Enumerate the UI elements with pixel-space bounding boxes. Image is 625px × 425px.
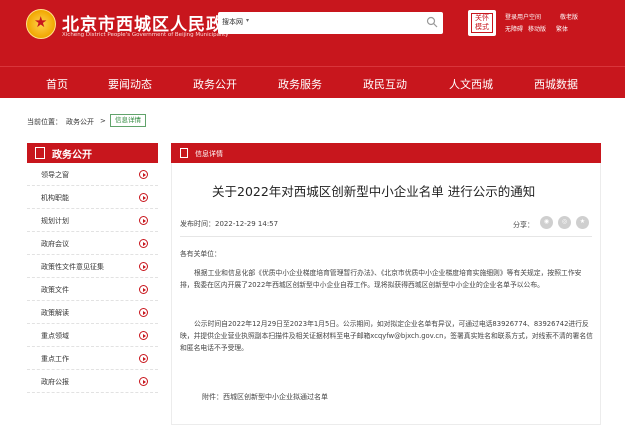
arrow-right-icon [139, 193, 148, 202]
mobile-link[interactable]: 移动版 [528, 24, 546, 33]
divider [180, 236, 592, 237]
sidebar-item-label: 重点工作 [41, 355, 69, 363]
sidebar-item-label: 政府会议 [41, 240, 69, 248]
search-icon[interactable] [426, 16, 438, 28]
publish-time: 发布时间：2022-12-29 14:57 [180, 220, 279, 228]
national-emblem-icon: ★ [26, 9, 56, 39]
sidebar-header: 政务公开 [27, 143, 158, 163]
nav-item-data[interactable]: 西城数据 [534, 76, 578, 92]
sidebar-item-functions[interactable]: 机构职能 [27, 186, 158, 209]
article-paragraph: 根据工业和信息化部《优质中小企业梯度培育管理暂行办法》、《北京市优质中小企业梯度… [180, 267, 594, 291]
nav-item-interaction[interactable]: 政民互动 [363, 76, 407, 92]
site-header: ★ 北京市西城区人民政府 Xicheng District People's G… [0, 0, 625, 66]
sidebar-item-leaders[interactable]: 领导之窗 [27, 163, 158, 186]
search-scope-select[interactable]: 搜本网 [222, 17, 243, 27]
sidebar-item-label: 重点领域 [41, 332, 69, 340]
article-greeting: 各有关单位： [180, 250, 221, 258]
breadcrumb-prefix: 当前位置： [27, 118, 62, 126]
arrow-right-icon [139, 377, 148, 386]
document-icon [35, 147, 45, 159]
sidebar-title: 政务公开 [52, 150, 92, 161]
sidebar-menu: 领导之窗 机构职能 规划计划 政府会议 政策性文件意见征集 政策文件 政策解读 … [27, 163, 158, 393]
share-label: 分享： [513, 221, 534, 229]
sidebar-item-policy-documents[interactable]: 政策文件 [27, 278, 158, 301]
search-box[interactable]: 搜本网 ▾ [218, 12, 443, 34]
traditional-chinese-link[interactable]: 繁体 [556, 24, 568, 33]
breadcrumb-current: 信息详情 [110, 114, 146, 127]
breadcrumb-separator: > [100, 117, 106, 125]
sidebar-item-label: 政策性文件意见征集 [41, 263, 104, 271]
document-icon [180, 148, 188, 158]
sidebar-item-label: 政府公报 [41, 378, 69, 386]
sidebar-item-plans[interactable]: 规划计划 [27, 209, 158, 232]
sidebar-item-label: 政策文件 [41, 286, 69, 294]
nav-item-gov-affairs[interactable]: 政务公开 [193, 76, 237, 92]
sidebar-item-meetings[interactable]: 政府会议 [27, 232, 158, 255]
attachment-link[interactable]: 附件：西城区创新型中小企业拟通过名单 [202, 392, 328, 402]
login-link[interactable]: 登录用户空间 [505, 12, 541, 21]
arrow-right-icon [139, 262, 148, 271]
article-panel [171, 163, 601, 425]
nav-item-news[interactable]: 要闻动态 [108, 76, 152, 92]
arrow-right-icon [139, 239, 148, 248]
content-header: 信息详情 [171, 143, 601, 163]
article-title: 关于2022年对西城区创新型中小企业名单 进行公示的通知 [212, 184, 536, 199]
sidebar-item-gazette[interactable]: 政府公报 [27, 370, 158, 393]
arrow-right-icon [139, 285, 148, 294]
sidebar-item-policy-consultation[interactable]: 政策性文件意见征集 [27, 255, 158, 278]
sidebar-item-policy-interpretation[interactable]: 政策解读 [27, 301, 158, 324]
sidebar-item-key-work[interactable]: 重点工作 [27, 347, 158, 370]
accessibility-link[interactable]: 无障碍 [505, 24, 523, 33]
arrow-right-icon [139, 331, 148, 340]
care-mode-label: 关怀模式 [471, 13, 493, 33]
site-subtitle: Xicheng District People's Government of … [62, 32, 229, 38]
sidebar-item-label: 机构职能 [41, 194, 69, 202]
article-paragraph: 公示时间自2022年12月29日至2023年1月5日。公示期间，如对拟定企业名单… [180, 318, 594, 354]
sidebar-item-label: 领导之窗 [41, 171, 69, 179]
nav-item-culture[interactable]: 人文西城 [449, 76, 493, 92]
wechat-share-icon[interactable]: ◉ [540, 216, 553, 229]
sidebar-item-key-areas[interactable]: 重点领域 [27, 324, 158, 347]
arrow-right-icon [139, 170, 148, 179]
qzone-share-icon[interactable]: ★ [576, 216, 589, 229]
weibo-share-icon[interactable]: ◎ [558, 216, 571, 229]
arrow-right-icon [139, 216, 148, 225]
content-header-label: 信息详情 [195, 150, 223, 158]
breadcrumb-section-link[interactable]: 政务公开 [66, 117, 94, 127]
nav-item-home[interactable]: 首页 [46, 76, 68, 92]
sidebar-item-label: 政策解读 [41, 309, 69, 317]
chevron-down-icon[interactable]: ▾ [246, 17, 249, 24]
arrow-right-icon [139, 354, 148, 363]
article-paragraph-text: 公示时间自2022年12月29日至2023年1月5日。公示期间，如对拟定企业名单… [180, 320, 593, 352]
elderly-mode-link[interactable]: 敬老版 [560, 12, 578, 21]
arrow-right-icon [139, 308, 148, 317]
sidebar-item-label: 规划计划 [41, 217, 69, 225]
article-paragraph-text: 根据工业和信息化部《优质中小企业梯度培育管理暂行办法》、《北京市优质中小企业梯度… [180, 269, 582, 289]
care-mode-button[interactable]: 关怀模式 [468, 10, 496, 36]
nav-item-gov-services[interactable]: 政务服务 [278, 76, 322, 92]
main-nav: 首页 要闻动态 政务公开 政务服务 政民互动 人文西城 西城数据 [0, 66, 625, 98]
